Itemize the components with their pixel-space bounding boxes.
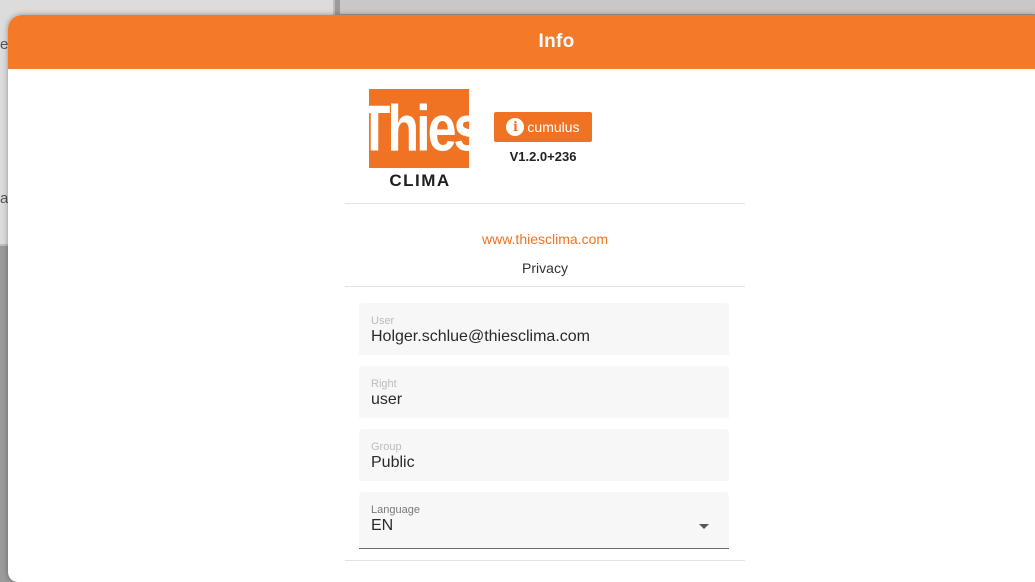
right-field-value: user: [371, 391, 403, 408]
logo-subword: CLIMA: [389, 171, 451, 190]
user-field-label: User: [371, 315, 395, 327]
divider: [345, 560, 745, 561]
privacy-link[interactable]: Privacy: [345, 260, 745, 276]
links-section: www.thiesclima.com Privacy: [345, 204, 745, 286]
brand-row: Thies CLIMA i cumulus V1.2.0+236: [345, 69, 745, 203]
group-field-value: Public: [371, 454, 415, 471]
user-field: User Holger.schlue@thiesclima.com: [359, 303, 729, 355]
language-select-value[interactable]: EN: [371, 517, 717, 535]
background-window-edge: [340, 0, 1035, 14]
group-field-label: Group: [371, 441, 402, 453]
logo-word: Thies: [358, 92, 483, 165]
thies-clima-logo: Thies CLIMA: [359, 89, 482, 190]
dropdown-arrow-icon[interactable]: [699, 524, 709, 529]
account-fields: User Holger.schlue@thiesclima.com Right …: [345, 287, 745, 549]
info-icon: i: [506, 118, 525, 136]
website-link[interactable]: www.thiesclima.com: [482, 231, 608, 247]
language-select[interactable]: Language EN: [359, 492, 729, 549]
version-label: V1.2.0+236: [509, 149, 577, 164]
info-dialog: Info Thies CLIMA i cumulus V1.2.0+236 ww…: [8, 15, 1035, 582]
cumulus-badge: i cumulus: [494, 112, 592, 142]
dialog-header: Info: [8, 15, 1035, 69]
dialog-content: Thies CLIMA i cumulus V1.2.0+236 www.thi…: [345, 69, 745, 561]
dialog-title: Info: [538, 31, 575, 52]
logo-box: Thies: [359, 89, 482, 168]
language-select-label: Language: [371, 504, 420, 516]
right-field-label: Right: [371, 378, 397, 390]
right-field: Right user: [359, 366, 729, 418]
user-field-value: Holger.schlue@thiesclima.com: [371, 328, 590, 345]
group-field: Group Public: [359, 429, 729, 481]
badge-label: cumulus: [527, 119, 580, 135]
